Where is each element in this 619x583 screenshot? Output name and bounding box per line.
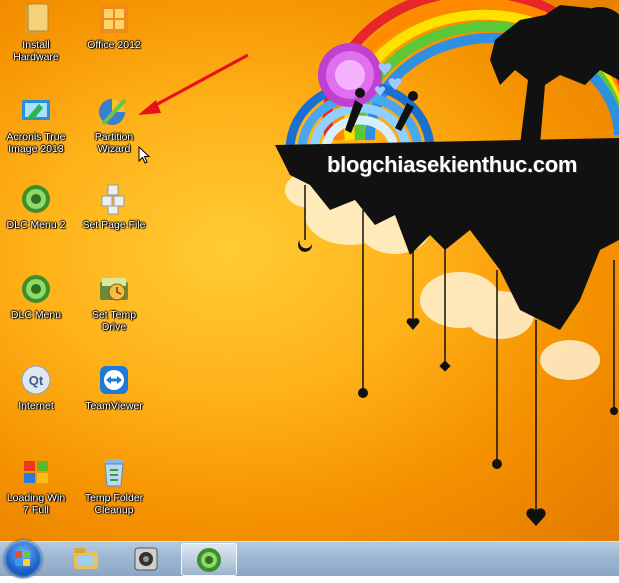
desktop-icon-office-2012[interactable]: Office 2012 [78,2,150,51]
desktop-icon-dlc-menu[interactable]: DLC Menu [0,272,72,321]
taskbar [0,540,619,578]
icon-label: Set Page File [82,219,146,231]
windows-flag-icon [19,455,53,489]
dlc-icon [19,182,53,216]
icon-label: Loading Win 7 Full [6,492,66,516]
desktop-icon-internet[interactable]: Qt Internet [0,363,72,412]
partition-wizard-icon [97,94,131,128]
desktop-icon-loading-win7[interactable]: Loading Win 7 Full [0,455,72,516]
dlc-icon [194,546,224,574]
desktop-icon-acronis[interactable]: Acronis True Image 2013 [0,94,72,155]
desktop: blogchiasekienthuc.com Install Hardware … [0,0,619,541]
folder-icon [19,2,53,36]
taskbar-item-webcam[interactable] [118,543,174,576]
recycle-bin-icon [97,455,131,489]
icon-label: Acronis True Image 2013 [6,131,66,155]
desktop-icon-dlc-menu-2[interactable]: DLC Menu 2 [0,182,72,231]
mouse-cursor-icon [138,146,150,164]
teamviewer-icon [97,363,131,397]
explorer-icon [71,545,101,573]
icon-label: Install Hardware [13,39,59,63]
icon-label: DLC Menu 2 [6,219,66,231]
icon-label: Temp Folder Cleanup [84,492,144,516]
temp-drive-icon [97,272,131,306]
quicktime-icon: Qt [19,363,53,397]
icon-label: Set Temp Drive [91,309,137,333]
watermark-text: blogchiasekienthuc.com [327,152,578,177]
desktop-icon-teamviewer[interactable]: TeamViewer [78,363,150,412]
acronis-icon [19,94,53,128]
taskbar-item-dlc[interactable] [181,543,237,576]
taskbar-item-explorer[interactable] [58,543,114,576]
svg-text:Qt: Qt [29,373,44,388]
desktop-icon-temp-folder-cleanup[interactable]: Temp Folder Cleanup [78,455,150,516]
desktop-icon-set-page-file[interactable]: Set Page File [78,182,150,231]
office-icon [97,2,131,36]
icon-label: TeamViewer [85,400,143,412]
icon-label: Office 2012 [87,39,141,51]
dlc-icon [19,272,53,306]
icon-label: DLC Menu [10,309,62,321]
page-file-icon [97,182,131,216]
start-orb-icon[interactable] [4,540,42,578]
desktop-icon-install-hardware[interactable]: Install Hardware [0,2,72,63]
icon-label: Internet [18,400,54,412]
desktop-icon-set-temp-drive[interactable]: Set Temp Drive [78,272,150,333]
webcam-icon [131,545,161,573]
